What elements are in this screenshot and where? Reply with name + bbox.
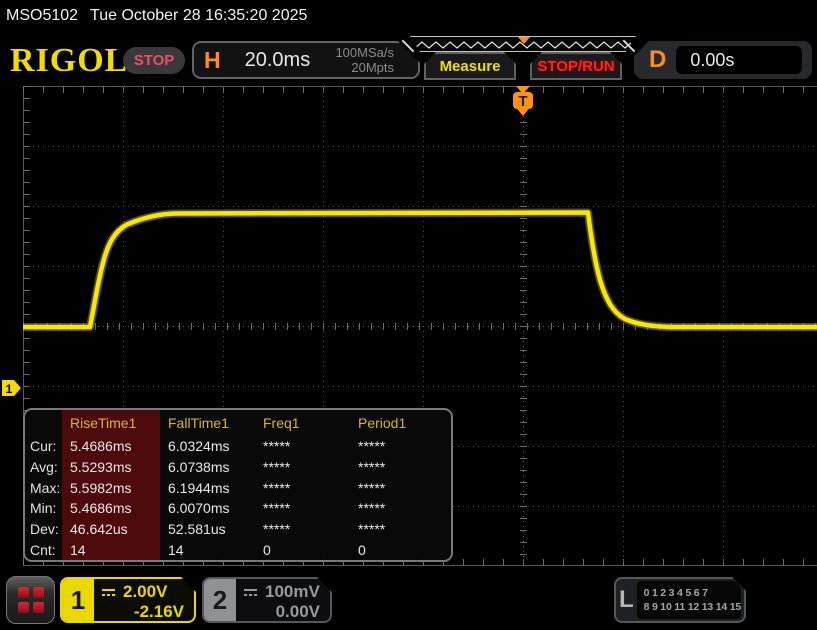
- dc-coupling-icon: [101, 587, 117, 598]
- rigol-logo: RIGOL: [10, 42, 128, 80]
- sample-rate: 100MSa/s: [335, 45, 394, 60]
- meas-row-label: Avg:: [25, 457, 62, 478]
- meas-value: *****: [255, 436, 350, 457]
- meas-value: *****: [350, 519, 451, 540]
- logic-row-8-15: 8 9 10 11 12 13 14 15: [644, 600, 741, 614]
- delay-icon: D: [649, 46, 666, 74]
- meas-row-label: Max:: [25, 477, 62, 498]
- meas-value: 46.642us: [62, 519, 160, 540]
- dc-coupling-icon: [243, 587, 259, 598]
- channel1-scale: 2.00V: [123, 582, 167, 602]
- ch1-trace-glow: [23, 213, 817, 328]
- oscilloscope-screen: MSO5102 Tue October 28 16:35:20 2025 RIGO…: [0, 0, 817, 630]
- titlebar: MSO5102 Tue October 28 16:35:20 2025: [6, 7, 307, 25]
- meas-value: *****: [350, 477, 451, 498]
- meas-corner-cell: [25, 410, 62, 436]
- channel1-offset: -2.16V: [101, 602, 184, 622]
- meas-value: 0: [255, 539, 350, 560]
- meas-value: *****: [350, 436, 451, 457]
- horizontal-timebase-panel[interactable]: H 20.0ms 100MSa/s 20Mpts: [192, 41, 420, 79]
- meas-value: *****: [350, 498, 451, 519]
- model-name: MSO5102: [6, 7, 78, 24]
- meas-value: 5.5293ms: [62, 457, 160, 478]
- run-state-badge: STOP: [123, 47, 185, 74]
- meas-value: 6.0070ms: [160, 498, 255, 519]
- meas-col-freq1[interactable]: Freq1: [255, 410, 350, 436]
- channel1-badge[interactable]: 1 2.00V -2.16V: [60, 577, 196, 623]
- overview-zigzag: [411, 37, 635, 51]
- meas-row-label: Cnt:: [25, 539, 62, 560]
- meas-row-label: Dev:: [25, 519, 62, 540]
- logic-label: L: [616, 586, 637, 614]
- datetime: Tue October 28 16:35:20 2025: [90, 7, 307, 24]
- memory-depth: 20Mpts: [351, 60, 394, 75]
- meas-value: *****: [255, 457, 350, 478]
- channel2-number: 2: [204, 579, 236, 621]
- stop-run-button[interactable]: STOP/RUN: [530, 52, 622, 80]
- meas-value: 0: [350, 539, 451, 560]
- logic-row-0-7: 0 1 2 3 4 5 6 7: [644, 586, 741, 600]
- meas-value: 6.0324ms: [160, 436, 255, 457]
- meas-value: *****: [255, 477, 350, 498]
- logic-channel-list: 0 1 2 3 4 5 6 7 8 9 10 11 12 13 14 15: [637, 581, 741, 619]
- meas-value: 14: [62, 539, 160, 560]
- logic-analyzer-badge[interactable]: L 0 1 2 3 4 5 6 7 8 9 10 11 12 13 14 15: [614, 577, 746, 623]
- channel2-offset: 0.00V: [243, 602, 320, 622]
- trigger-label: T: [518, 93, 527, 110]
- measure-button[interactable]: Measure: [424, 52, 516, 80]
- meas-value: 5.4686ms: [62, 436, 160, 457]
- ch1-marker-label: 1: [6, 382, 13, 396]
- meas-col-risetime1[interactable]: RiseTime1: [62, 410, 160, 436]
- meas-value: 52.581us: [160, 519, 255, 540]
- menu-button[interactable]: [6, 576, 55, 624]
- meas-value: *****: [255, 498, 350, 519]
- timebase-value: 20.0ms: [245, 49, 311, 72]
- measurement-panel[interactable]: RiseTime1 FallTime1 Freq1 Period1 Cur: 5…: [23, 408, 453, 562]
- trigger-marker[interactable]: T: [513, 86, 533, 116]
- trigger-delay-panel[interactable]: D 0.00s: [634, 41, 812, 79]
- meas-value: 5.5982ms: [62, 477, 160, 498]
- menu-grid-icon: [18, 587, 44, 613]
- meas-value: 6.1944ms: [160, 477, 255, 498]
- acquisition-info: 100MSa/s 20Mpts: [335, 45, 394, 75]
- delay-value: 0.00s: [676, 46, 802, 74]
- channel2-badge[interactable]: 2 100mV 0.00V: [202, 577, 332, 623]
- meas-row-label: Min:: [25, 498, 62, 519]
- meas-value: *****: [255, 519, 350, 540]
- meas-value: *****: [350, 457, 451, 478]
- channel2-scale: 100mV: [265, 582, 320, 602]
- horizontal-icon: H: [204, 47, 221, 74]
- waveform-overview-bar[interactable]: [410, 36, 636, 52]
- ch1-trace: [23, 213, 817, 328]
- meas-col-period1[interactable]: Period1: [350, 410, 451, 436]
- meas-value: 5.4686ms: [62, 498, 160, 519]
- ch1-ground-marker[interactable]: 1: [2, 380, 21, 396]
- meas-row-label: Cur:: [25, 436, 62, 457]
- meas-col-falltime1[interactable]: FallTime1: [160, 410, 255, 436]
- meas-value: 14: [160, 539, 255, 560]
- meas-value: 6.0738ms: [160, 457, 255, 478]
- channel1-number: 1: [62, 579, 94, 621]
